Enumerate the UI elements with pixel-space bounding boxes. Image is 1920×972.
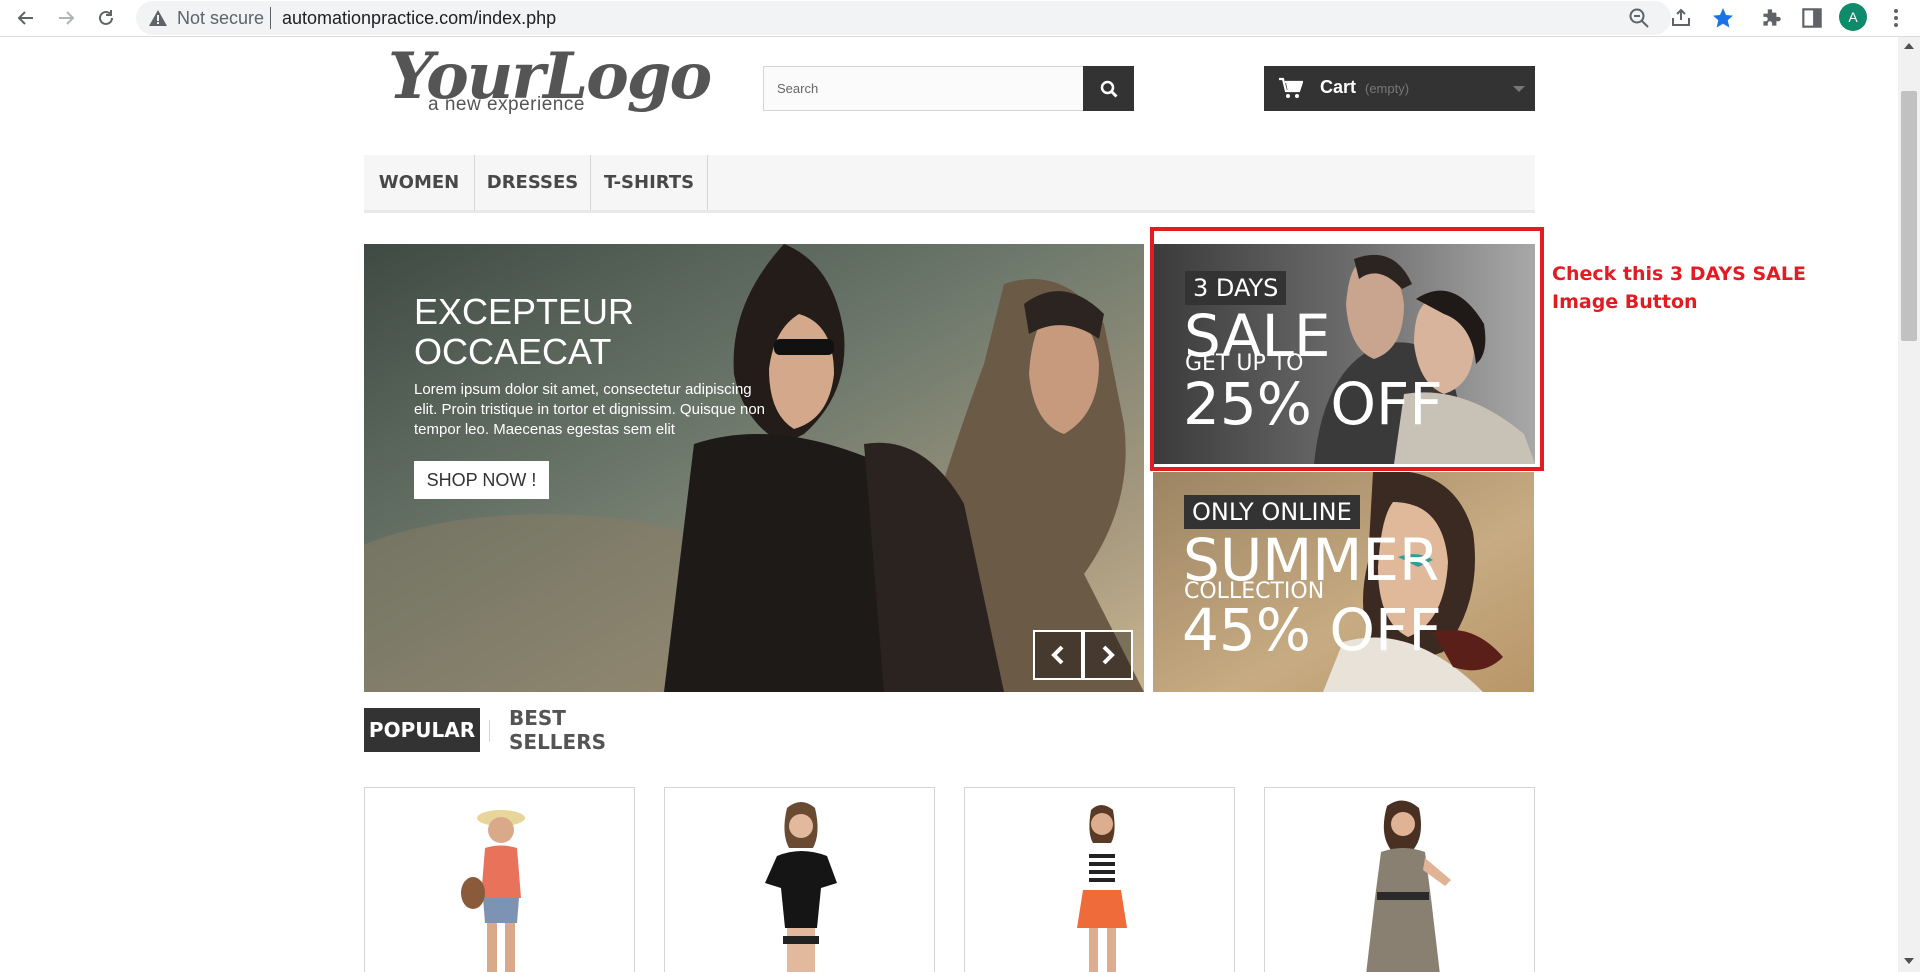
cart-status: (empty) — [1365, 81, 1410, 96]
page-container: YourLogo a new experience Cart (empty) W… — [364, 38, 1535, 972]
product-card[interactable] — [1264, 787, 1535, 972]
search-input[interactable] — [763, 66, 1085, 111]
chevron-right-icon — [1102, 645, 1115, 665]
browser-toolbar: Not secure automationpractice.com/index.… — [0, 0, 1920, 37]
sale-badge: 3 DAYS — [1185, 271, 1287, 305]
share-icon[interactable] — [1669, 6, 1693, 30]
vertical-scrollbar[interactable] — [1898, 37, 1920, 972]
product-card[interactable] — [664, 787, 935, 972]
cart-button[interactable]: Cart (empty) — [1264, 66, 1535, 111]
warning-icon[interactable] — [148, 8, 168, 28]
product-image — [461, 810, 525, 972]
slide-description: Lorem ipsum dolor sit amet, consectetur … — [414, 381, 765, 438]
scroll-down-icon[interactable] — [1904, 958, 1914, 964]
scroll-thumb[interactable] — [1901, 91, 1917, 341]
product-image — [765, 802, 837, 972]
menu-item-dresses[interactable]: DRESSES — [475, 155, 591, 210]
reload-icon[interactable] — [92, 4, 120, 32]
slide-title: EXCEPTEUR OCCAECAT — [414, 291, 635, 372]
search-form — [763, 66, 1134, 111]
menu-item-tshirts[interactable]: T-SHIRTS — [591, 155, 708, 210]
url-text[interactable]: automationpractice.com/index.php — [282, 8, 556, 29]
web-page: YourLogo a new experience Cart (empty) W… — [0, 38, 1898, 972]
annotation-note: Check this 3 DAYS SALE Image Button — [1552, 263, 1806, 313]
browser-menu-icon[interactable] — [1884, 3, 1908, 33]
bookmark-star-icon[interactable] — [1711, 6, 1735, 30]
menu-item-women[interactable]: WOMEN — [364, 155, 475, 210]
scroll-up-icon[interactable] — [1904, 43, 1914, 49]
sale-offer: 25% OFF — [1183, 370, 1443, 438]
zoom-out-icon[interactable] — [1627, 6, 1651, 30]
slider-prev-button[interactable] — [1033, 630, 1083, 680]
tab-best-sellers[interactable]: BEST SELLERS — [509, 706, 606, 754]
chevron-left-icon — [1051, 645, 1064, 665]
product-image — [1366, 800, 1451, 972]
summer-banner[interactable]: ONLY ONLINE SUMMER COLLECTION 45% OFF — [1153, 472, 1534, 692]
main-menu: WOMEN DRESSES T-SHIRTS — [364, 155, 1535, 213]
product-card[interactable] — [964, 787, 1235, 972]
search-icon — [1100, 80, 1118, 98]
profile-avatar[interactable]: A — [1839, 3, 1867, 31]
homepage-slider[interactable]: EXCEPTEUR OCCAECAT Lorem ipsum dolor sit… — [364, 244, 1144, 692]
site-logo[interactable]: YourLogo a new experience — [388, 38, 712, 123]
search-button[interactable] — [1083, 66, 1134, 111]
sale-banner[interactable]: 3 DAYS SALE GET UP TO 25% OFF — [1154, 244, 1535, 464]
extensions-icon[interactable] — [1758, 5, 1784, 31]
online-badge: ONLY ONLINE — [1184, 495, 1360, 529]
cart-label: Cart — [1320, 77, 1357, 97]
product-image — [1077, 805, 1127, 972]
side-panel-icon[interactable] — [1799, 5, 1825, 31]
forward-icon[interactable] — [52, 4, 80, 32]
omnibox-divider — [270, 7, 271, 29]
logo-tagline: a new experience — [428, 94, 585, 115]
security-label[interactable]: Not secure — [177, 8, 264, 29]
cart-icon — [1279, 77, 1303, 98]
address-bar[interactable]: Not secure automationpractice.com/index.… — [136, 1, 1671, 35]
tab-divider — [489, 720, 490, 742]
online-offer: 45% OFF — [1182, 596, 1442, 664]
tab-popular[interactable]: POPULAR — [364, 708, 480, 752]
shop-now-button[interactable]: SHOP NOW ! — [414, 461, 549, 499]
chevron-down-icon — [1513, 86, 1525, 92]
back-icon[interactable] — [12, 4, 40, 32]
slider-next-button[interactable] — [1083, 630, 1133, 680]
product-card[interactable] — [364, 787, 635, 972]
